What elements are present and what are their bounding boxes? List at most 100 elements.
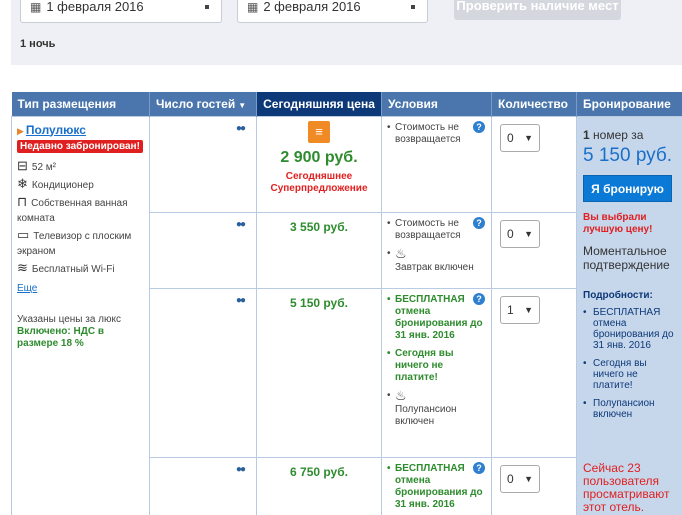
breakfast-icon: ♨ bbox=[395, 245, 407, 261]
amenity-label: Бесплатный Wi-Fi bbox=[31, 263, 115, 275]
two-guests-icon: ●● bbox=[235, 218, 246, 230]
condition-item: ♨Завтрак включен bbox=[387, 245, 486, 274]
chevron-down-icon: ▼ bbox=[524, 473, 533, 484]
guests-cell: ●● bbox=[149, 115, 257, 213]
amenity-air-conditioning: ❄ Кондиционер bbox=[17, 176, 144, 193]
condition-text: Завтрак включен bbox=[395, 261, 474, 273]
header-quantity: Количество bbox=[491, 92, 577, 116]
booking-count: 1 номер за bbox=[583, 128, 677, 142]
header-booking: Бронирование bbox=[576, 92, 682, 116]
amenity-bathroom: ⊓ Собственная ванная комната bbox=[17, 194, 144, 226]
quantity-cell: 0 ▼ bbox=[491, 211, 577, 289]
quantity-select[interactable]: 0 ▼ bbox=[500, 123, 540, 152]
price-cell: 3 550 руб. bbox=[256, 211, 382, 289]
details-item: Сегодня вы ничего не платите! bbox=[583, 358, 677, 391]
booking-panel: 1 номер за 5 150 руб. Я бронирую Вы выбр… bbox=[576, 115, 682, 515]
conditions-cell: ? БЕСПЛАТНАЯ отмена бронирования до 31 я… bbox=[381, 456, 492, 515]
amenity-tv: ▭ Телевизор с плоским экраном bbox=[17, 227, 144, 259]
price-cell: 6 750 руб. bbox=[256, 456, 382, 515]
search-panel: ▦ 1 февраля 2016 ▦ 2 февраля 2016 Проверит… bbox=[11, 0, 682, 65]
calendar-icon: ▦ bbox=[247, 0, 259, 14]
amenity-label: Собственная ванная комната bbox=[17, 197, 128, 224]
room-info-cell: ▶ Полулюкс Недавно забронирован! ⊟ 52 м² ❄… bbox=[11, 115, 150, 515]
header-guests-label: Число гостей bbox=[156, 96, 236, 111]
condition-item: ♨Полупансион включен bbox=[387, 389, 486, 428]
details-item: Полупансион включен bbox=[583, 398, 677, 420]
quantity-cell: 1 ▼ bbox=[491, 287, 577, 458]
price-cell: ≡ 2 900 руб. Сегодняшнее Суперпредложени… bbox=[256, 115, 382, 213]
checkin-date-field[interactable]: ▦ 1 февраля 2016 bbox=[20, 0, 222, 23]
condition-text: Полупансион включен bbox=[395, 403, 457, 427]
table-header-row: Тип размещения Число гостей ▼ Сегодняшняя… bbox=[11, 92, 682, 116]
quantity-cell: 0 ▼ bbox=[491, 115, 577, 213]
guests-cell: ●● bbox=[149, 287, 257, 458]
header-conditions: Условия bbox=[381, 92, 492, 116]
sort-caret-icon: ▼ bbox=[238, 100, 247, 110]
price-note: Указаны цены за люкс bbox=[17, 313, 121, 325]
price-cell: 5 150 руб. bbox=[256, 287, 382, 458]
chevron-down-icon: ▼ bbox=[524, 228, 533, 239]
offer-price: 6 750 руб. bbox=[290, 464, 348, 479]
super-deal-text: Сегодняшнее Суперпредложение bbox=[270, 170, 368, 194]
booking-total: 5 150 руб. bbox=[583, 144, 673, 166]
amenity-label: 52 м² bbox=[31, 161, 57, 173]
quantity-select[interactable]: 0 ▼ bbox=[500, 464, 540, 493]
conditions-cell: ? Стоимость не возвращается bbox=[381, 115, 492, 213]
amenity-label: Телевизор с плоским экраном bbox=[17, 230, 132, 257]
condition-item: БЕСПЛАТНАЯ отмена бронирования до 31 янв… bbox=[387, 294, 486, 342]
checkout-date-value: 2 февраля 2016 bbox=[263, 0, 361, 14]
guests-cell: ●● bbox=[149, 456, 257, 515]
room-name-link[interactable]: Полулюкс bbox=[26, 123, 86, 137]
room-name-wrap: ▶ Полулюкс bbox=[17, 123, 144, 137]
quantity-value: 1 bbox=[507, 302, 514, 317]
offer-price: 5 150 руб. bbox=[290, 295, 348, 310]
conditions-cell: ? Стоимость не возвращается ♨Завтрак вкл… bbox=[381, 211, 492, 289]
two-guests-icon: ●● bbox=[235, 294, 246, 306]
two-guests-icon: ●● bbox=[235, 122, 246, 134]
best-price-message: Вы выбрали лучшую цену! bbox=[583, 211, 653, 235]
header-today-price: Сегодняшняя цена bbox=[256, 92, 382, 116]
chevron-down-icon: ▼ bbox=[524, 132, 533, 143]
recently-booked-badge: Недавно забронирован! bbox=[17, 139, 143, 153]
amenity-room-size: ⊟ 52 м² bbox=[17, 158, 144, 175]
instant-confirmation: Моментальное подтверждение bbox=[583, 243, 670, 272]
dropdown-icon bbox=[205, 5, 209, 9]
tv-icon: ▭ bbox=[17, 226, 30, 242]
chevron-down-icon: ▼ bbox=[524, 304, 533, 315]
quantity-value: 0 bbox=[507, 471, 514, 486]
book-now-button[interactable]: Я бронирую bbox=[583, 174, 672, 202]
checkout-date-field[interactable]: ▦ 2 февраля 2016 bbox=[237, 0, 428, 23]
dropdown-icon bbox=[411, 5, 415, 9]
condition-item: Стоимость не возвращается bbox=[387, 122, 486, 146]
booking-count-text: номер за bbox=[593, 127, 644, 142]
checkin-date-value: 1 февраля 2016 bbox=[46, 0, 144, 14]
expand-triangle-icon: ▶ bbox=[17, 125, 24, 136]
quantity-select[interactable]: 0 ▼ bbox=[500, 219, 540, 248]
condition-item: Стоимость не возвращается bbox=[387, 218, 486, 242]
more-amenities-link[interactable]: Еще bbox=[17, 283, 37, 294]
vat-note: Включено: НДС в размере 18 % bbox=[17, 325, 104, 349]
check-availability-button[interactable]: Проверить наличие мест bbox=[454, 0, 621, 20]
details-list: БЕСПЛАТНАЯ отмена бронирования до 31 янв… bbox=[583, 307, 677, 420]
two-guests-icon: ●● bbox=[235, 463, 246, 475]
offer-price: 2 900 руб. bbox=[280, 148, 358, 166]
header-room-type: Тип размещения bbox=[11, 92, 150, 116]
quantity-select[interactable]: 1 ▼ bbox=[500, 295, 540, 324]
quantity-value: 0 bbox=[507, 226, 514, 241]
guests-cell: ●● bbox=[149, 211, 257, 289]
room-size-icon: ⊟ bbox=[17, 157, 28, 173]
quantity-cell: 0 ▼ bbox=[491, 456, 577, 515]
nights-count: 1 ночь bbox=[20, 38, 56, 50]
amenity-wifi: ≋ Бесплатный Wi-Fi bbox=[17, 260, 144, 277]
details-item: БЕСПЛАТНАЯ отмена бронирования до 31 янв… bbox=[583, 307, 677, 351]
air-conditioning-icon: ❄ bbox=[17, 175, 28, 191]
header-guests[interactable]: Число гостей ▼ bbox=[149, 92, 257, 116]
amenity-label: Кондиционер bbox=[31, 179, 94, 191]
quantity-value: 0 bbox=[507, 130, 514, 145]
wifi-icon: ≋ bbox=[17, 259, 28, 275]
offer-price: 3 550 руб. bbox=[290, 219, 348, 234]
super-deal-icon: ≡ bbox=[308, 120, 330, 143]
condition-item: Сегодня вы ничего не платите! bbox=[387, 348, 486, 384]
conditions-cell: ? БЕСПЛАТНАЯ отмена бронирования до 31 я… bbox=[381, 287, 492, 458]
viewers-message: Сейчас 23 пользователя просматривают это… bbox=[583, 460, 670, 514]
